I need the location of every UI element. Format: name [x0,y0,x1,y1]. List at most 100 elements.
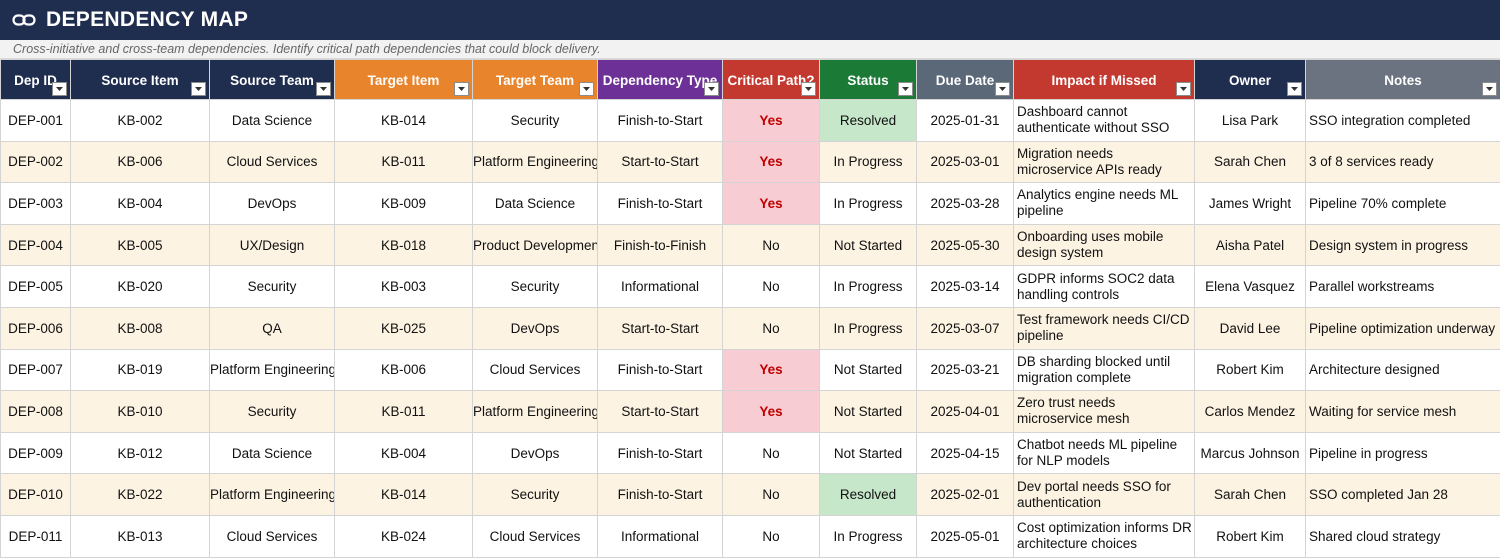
filter-dropdown-icon[interactable] [454,82,469,96]
cell-due-date[interactable]: 2025-03-28 [916,182,1014,225]
cell-notes[interactable]: SSO completed Jan 28 [1305,473,1500,516]
cell-target-team[interactable]: Security [472,473,598,516]
cell-target-team[interactable]: Platform Engineering [472,390,598,433]
filter-dropdown-icon[interactable] [704,82,719,96]
cell-critical-path[interactable]: No [722,514,820,558]
cell-impact-if-missed[interactable]: Dashboard cannot authenticate without SS… [1013,99,1195,142]
cell-target-item[interactable]: KB-009 [334,182,473,225]
table-row[interactable]: DEP-006 KB-008 QA KB-025 DevOps Start-to-Star… [0,306,1500,350]
cell-dependency-type[interactable]: Start-to-Start [597,306,723,350]
cell-notes[interactable]: Waiting for service mesh [1305,390,1500,433]
cell-due-date[interactable]: 2025-03-01 [916,140,1014,184]
column-header-target-team[interactable]: Target Team [472,59,598,100]
cell-target-item[interactable]: KB-011 [334,390,473,433]
cell-due-date[interactable]: 2025-05-30 [916,223,1014,267]
cell-impact-if-missed[interactable]: Cost optimization informs DR architectur… [1013,514,1195,558]
cell-notes[interactable]: Pipeline optimization underway [1305,306,1500,350]
table-row[interactable]: DEP-008 KB-010 Security KB-011 Platform Engi… [0,390,1500,433]
cell-source-item[interactable]: KB-010 [70,390,210,433]
cell-notes[interactable]: Parallel workstreams [1305,265,1500,308]
filter-dropdown-icon[interactable] [801,82,816,96]
cell-dep-id[interactable]: DEP-005 [0,265,71,308]
cell-status[interactable]: Resolved [819,99,917,142]
cell-source-team[interactable]: Security [209,390,335,433]
cell-critical-path[interactable]: No [722,265,820,308]
cell-target-team[interactable]: Security [472,265,598,308]
filter-dropdown-icon[interactable] [1482,82,1497,96]
cell-source-team[interactable]: Cloud Services [209,140,335,184]
cell-status[interactable]: Resolved [819,473,917,516]
column-header-critical-path[interactable]: Critical Path? [722,59,820,100]
cell-notes[interactable]: SSO integration completed [1305,99,1500,142]
cell-target-item[interactable]: KB-025 [334,306,473,350]
cell-impact-if-missed[interactable]: Analytics engine needs ML pipeline [1013,182,1195,225]
cell-due-date[interactable]: 2025-03-07 [916,306,1014,350]
cell-due-date[interactable]: 2025-03-14 [916,265,1014,308]
cell-impact-if-missed[interactable]: Migration needs microservice APIs ready [1013,140,1195,184]
cell-due-date[interactable]: 2025-01-31 [916,99,1014,142]
cell-dep-id[interactable]: DEP-004 [0,223,71,267]
cell-owner[interactable]: Robert Kim [1194,514,1306,558]
cell-target-item[interactable]: KB-006 [334,348,473,392]
cell-dep-id[interactable]: DEP-006 [0,306,71,350]
cell-source-item[interactable]: KB-002 [70,99,210,142]
cell-dep-id[interactable]: DEP-001 [0,99,71,142]
table-row[interactable]: DEP-005 KB-020 Security KB-003 Security Infor… [0,265,1500,308]
cell-target-team[interactable]: DevOps [472,306,598,350]
cell-impact-if-missed[interactable]: Test framework needs CI/CD pipeline [1013,306,1195,350]
cell-target-item[interactable]: KB-003 [334,265,473,308]
cell-target-team[interactable]: Data Science [472,182,598,225]
cell-dep-id[interactable]: DEP-003 [0,182,71,225]
table-row[interactable]: DEP-002 KB-006 Cloud Services KB-011 Platfor… [0,140,1500,184]
cell-target-item[interactable]: KB-011 [334,140,473,184]
cell-source-item[interactable]: KB-020 [70,265,210,308]
cell-status[interactable]: Not Started [819,390,917,433]
column-header-impact-if-missed[interactable]: Impact if Missed [1013,59,1195,100]
cell-status[interactable]: Not Started [819,431,917,475]
cell-status[interactable]: In Progress [819,140,917,184]
column-header-notes[interactable]: Notes [1305,59,1500,100]
cell-target-item[interactable]: KB-014 [334,473,473,516]
cell-dep-id[interactable]: DEP-002 [0,140,71,184]
cell-critical-path[interactable]: Yes [722,182,820,225]
cell-target-team[interactable]: Product Development [472,223,598,267]
cell-target-team[interactable]: Security [472,99,598,142]
cell-critical-path[interactable]: Yes [722,348,820,392]
cell-due-date[interactable]: 2025-04-01 [916,390,1014,433]
cell-status[interactable]: In Progress [819,182,917,225]
cell-source-item[interactable]: KB-019 [70,348,210,392]
filter-dropdown-icon[interactable] [579,82,594,96]
cell-source-item[interactable]: KB-008 [70,306,210,350]
cell-target-item[interactable]: KB-014 [334,99,473,142]
cell-source-team[interactable]: Cloud Services [209,514,335,558]
cell-owner[interactable]: Lisa Park [1194,99,1306,142]
cell-critical-path[interactable]: Yes [722,99,820,142]
cell-notes[interactable]: Architecture designed [1305,348,1500,392]
filter-dropdown-icon[interactable] [52,82,67,96]
cell-target-item[interactable]: KB-004 [334,431,473,475]
cell-source-team[interactable]: QA [209,306,335,350]
cell-critical-path[interactable]: Yes [722,140,820,184]
cell-target-item[interactable]: KB-018 [334,223,473,267]
cell-target-item[interactable]: KB-024 [334,514,473,558]
column-header-owner[interactable]: Owner [1194,59,1306,100]
filter-dropdown-icon[interactable] [1287,82,1302,96]
cell-impact-if-missed[interactable]: Dev portal needs SSO for authentication [1013,473,1195,516]
filter-dropdown-icon[interactable] [898,82,913,96]
cell-due-date[interactable]: 2025-05-01 [916,514,1014,558]
column-header-dep-id[interactable]: Dep ID [0,59,71,100]
table-row[interactable]: DEP-010 KB-022 Platform Engineering KB-014 S… [0,473,1500,516]
cell-impact-if-missed[interactable]: DB sharding blocked until migration comp… [1013,348,1195,392]
filter-dropdown-icon[interactable] [995,82,1010,96]
cell-status[interactable]: In Progress [819,265,917,308]
cell-notes[interactable]: Design system in progress [1305,223,1500,267]
cell-dependency-type[interactable]: Informational [597,514,723,558]
cell-owner[interactable]: Carlos Mendez [1194,390,1306,433]
cell-dep-id[interactable]: DEP-007 [0,348,71,392]
cell-critical-path[interactable]: Yes [722,390,820,433]
cell-source-item[interactable]: KB-005 [70,223,210,267]
cell-owner[interactable]: James Wright [1194,182,1306,225]
cell-impact-if-missed[interactable]: Zero trust needs microservice mesh [1013,390,1195,433]
cell-source-item[interactable]: KB-004 [70,182,210,225]
cell-status[interactable]: In Progress [819,306,917,350]
